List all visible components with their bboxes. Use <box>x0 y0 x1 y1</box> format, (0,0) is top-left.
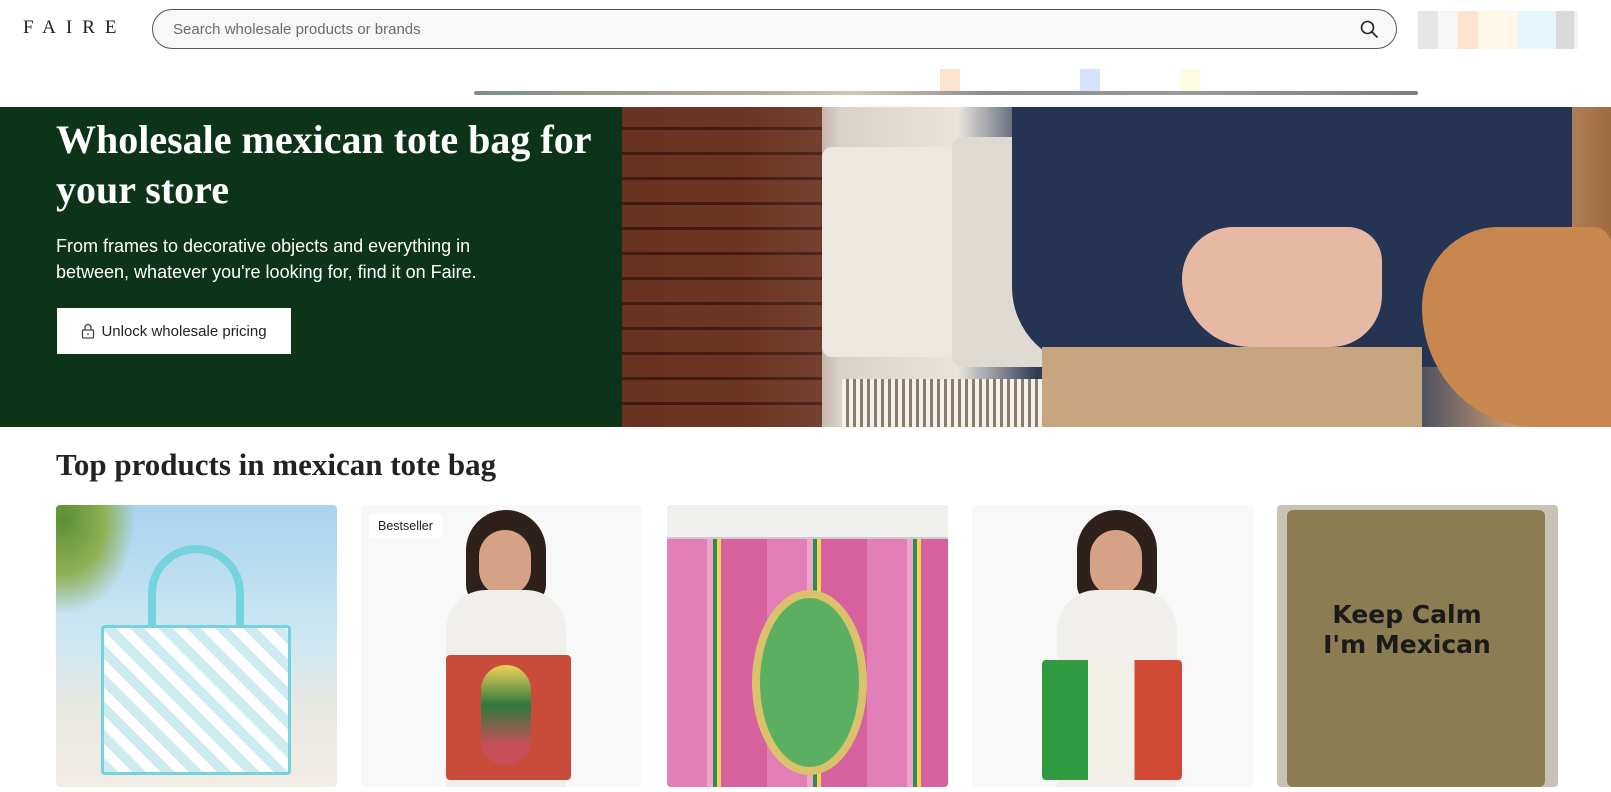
top-header: FAIRE <box>0 0 1611 58</box>
product-card[interactable] <box>972 505 1253 787</box>
redacted-account-area <box>1418 11 1578 49</box>
hero-title: Wholesale mexican tote bag for your stor… <box>56 117 591 212</box>
nav-blur-2 <box>1080 69 1100 91</box>
nav-blur-1 <box>940 69 960 91</box>
product-card[interactable] <box>667 505 948 787</box>
hero-photo <box>622 107 1611 427</box>
hero-subtitle: From frames to decorative objects and ev… <box>56 236 477 282</box>
product-card[interactable]: Bestseller <box>361 505 642 787</box>
tote-print-text: Keep Calm I'm Mexican <box>1323 600 1491 659</box>
nav-blur-3 <box>1180 69 1200 91</box>
hero-text-panel: Wholesale mexican tote bag for your stor… <box>0 107 622 427</box>
unlock-wholesale-pricing-button[interactable]: Unlock wholesale pricing <box>57 308 291 354</box>
search-input[interactable] <box>173 10 1343 48</box>
product-card[interactable] <box>56 505 337 787</box>
hero-banner: Wholesale mexican tote bag for your stor… <box>0 107 1611 427</box>
product-carousel: Bestseller Keep Calm I'm Mexican <box>56 505 1611 792</box>
nav-scroll-indicator[interactable] <box>474 91 1418 95</box>
top-products-title: Top products in mexican tote bag <box>56 447 497 482</box>
search-bar[interactable] <box>152 9 1397 49</box>
category-nav <box>0 58 1611 105</box>
bestseller-badge: Bestseller <box>369 514 442 538</box>
lock-icon <box>81 323 95 339</box>
cta-label: Unlock wholesale pricing <box>101 322 267 340</box>
faire-logo[interactable]: FAIRE <box>23 17 126 39</box>
product-card[interactable]: Keep Calm I'm Mexican <box>1277 505 1558 787</box>
search-icon[interactable] <box>1360 20 1378 38</box>
